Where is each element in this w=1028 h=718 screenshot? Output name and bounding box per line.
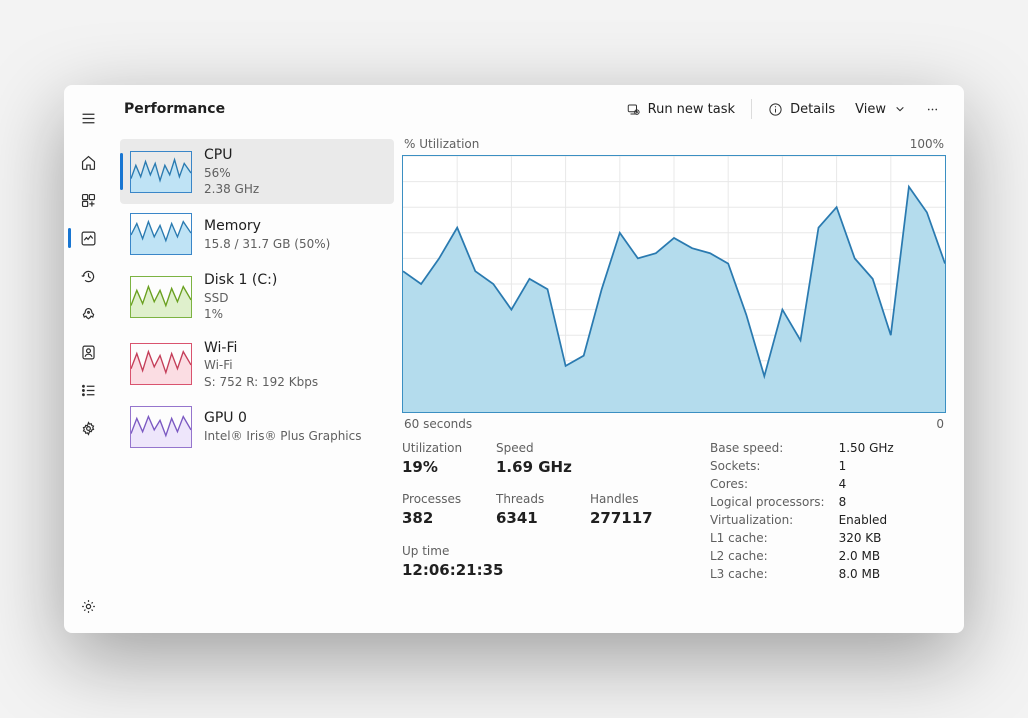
hamburger-icon (80, 110, 97, 127)
spec-value: Enabled (839, 513, 894, 527)
header-actions: Run new task Details View (616, 96, 950, 123)
sidebar-item-gpu[interactable]: GPU 0 Intel® Iris® Plus Graphics (120, 399, 394, 455)
stats-right: Base speed: 1.50 GHz Sockets: 1 Cores: 4 Lo… (710, 441, 894, 581)
services-icon (80, 420, 97, 437)
sidebar-item-memory[interactable]: Memory 15.8 / 31.7 GB (50%) (120, 206, 394, 262)
spec-value: 4 (839, 477, 894, 491)
run-new-task-button[interactable]: Run new task (616, 96, 745, 123)
cpu-sub2: 2.38 GHz (204, 181, 259, 197)
details-icon (80, 382, 97, 399)
spec-label: Logical processors: (710, 495, 825, 509)
stat-uptime: Up time 12:06:21:35 (402, 544, 586, 581)
home-icon (80, 154, 97, 171)
chart-ylabel: % Utilization (404, 137, 479, 151)
nav-startup[interactable] (68, 295, 108, 333)
spec-label: L2 cache: (710, 549, 825, 563)
chart-xlabel-left: 60 seconds (404, 417, 472, 431)
chart-ymax: 100% (910, 137, 944, 151)
wifi-title: Wi-Fi (204, 339, 318, 358)
gpu-mini-chart (130, 406, 192, 448)
spec-label: Sockets: (710, 459, 825, 473)
cpu-mini-chart (130, 151, 192, 193)
nav-rail (64, 85, 112, 633)
disk-sub2: 1% (204, 306, 277, 322)
gear-icon (80, 598, 97, 615)
details-label: Details (790, 102, 835, 117)
users-icon (80, 344, 97, 361)
sidebar-item-cpu[interactable]: CPU 56% 2.38 GHz (120, 139, 394, 204)
nav-users[interactable] (68, 333, 108, 371)
separator (751, 99, 752, 119)
stat-utilization: Utilization 19% (402, 441, 492, 478)
spec-label: Cores: (710, 477, 825, 491)
more-button[interactable] (915, 96, 950, 123)
spec-label: L1 cache: (710, 531, 825, 545)
spec-value: 1.50 GHz (839, 441, 894, 455)
content: CPU 56% 2.38 GHz Memory 15.8 / 31.7 GB (… (112, 133, 964, 633)
startup-icon (80, 306, 97, 323)
chart-header: % Utilization 100% (402, 137, 946, 155)
cpu-sub1: 56% (204, 165, 259, 181)
task-manager-window: Performance Run new task Details View (64, 85, 964, 633)
more-icon (925, 102, 940, 117)
performance-icon (80, 230, 97, 247)
spec-value: 8 (839, 495, 894, 509)
chevron-down-icon (895, 104, 905, 114)
stat-processes: Processes 382 (402, 492, 492, 529)
chart-footer: 60 seconds 0 (402, 413, 946, 441)
details-button[interactable]: Details (758, 96, 845, 123)
memory-title: Memory (204, 217, 330, 236)
detail-pane: % Utilization 100% (402, 133, 964, 633)
stat-speed: Speed 1.69 GHz (496, 441, 586, 478)
processes-icon (80, 192, 97, 209)
disk-title: Disk 1 (C:) (204, 271, 277, 290)
stat-threads: Threads 6341 (496, 492, 586, 529)
spec-label: Virtualization: (710, 513, 825, 527)
stat-handles: Handles 277117 (590, 492, 680, 529)
cpu-title: CPU (204, 146, 259, 165)
stats-left: Utilization 19% Speed 1.69 GHz Processes… (402, 441, 680, 581)
nav-processes[interactable] (68, 181, 108, 219)
nav-history[interactable] (68, 257, 108, 295)
wifi-sub1: Wi-Fi (204, 357, 318, 373)
spec-value: 1 (839, 459, 894, 473)
nav-services[interactable] (68, 409, 108, 447)
hamburger-button[interactable] (68, 99, 108, 137)
history-icon (80, 268, 97, 285)
sidebar-item-disk[interactable]: Disk 1 (C:) SSD 1% (120, 264, 394, 329)
gpu-title: GPU 0 (204, 409, 362, 428)
nav-performance[interactable] (68, 219, 108, 257)
nav-home[interactable] (68, 143, 108, 181)
gpu-sub1: Intel® Iris® Plus Graphics (204, 428, 362, 444)
spec-label: Base speed: (710, 441, 825, 455)
wifi-sub2: S: 752 R: 192 Kbps (204, 374, 318, 390)
disk-sub1: SSD (204, 290, 277, 306)
spec-label: L3 cache: (710, 567, 825, 581)
view-button[interactable]: View (845, 96, 915, 123)
spec-value: 8.0 MB (839, 567, 894, 581)
main-area: Performance Run new task Details View (112, 85, 964, 633)
wifi-mini-chart (130, 343, 192, 385)
spec-value: 320 KB (839, 531, 894, 545)
chart-xlabel-right: 0 (936, 417, 944, 431)
memory-sub1: 15.8 / 31.7 GB (50%) (204, 236, 330, 252)
stats-row: Utilization 19% Speed 1.69 GHz Processes… (402, 441, 946, 581)
view-label: View (855, 102, 886, 117)
performance-sidebar: CPU 56% 2.38 GHz Memory 15.8 / 31.7 GB (… (112, 133, 402, 633)
nav-settings[interactable] (68, 587, 108, 625)
disk-mini-chart (130, 276, 192, 318)
run-new-task-label: Run new task (648, 102, 735, 117)
run-task-icon (626, 102, 641, 117)
sidebar-item-wifi[interactable]: Wi-Fi Wi-Fi S: 752 R: 192 Kbps (120, 332, 394, 397)
info-icon (768, 102, 783, 117)
page-title: Performance (124, 101, 225, 117)
memory-mini-chart (130, 213, 192, 255)
nav-details[interactable] (68, 371, 108, 409)
header: Performance Run new task Details View (112, 85, 964, 133)
cpu-utilization-chart (402, 155, 946, 413)
spec-value: 2.0 MB (839, 549, 894, 563)
